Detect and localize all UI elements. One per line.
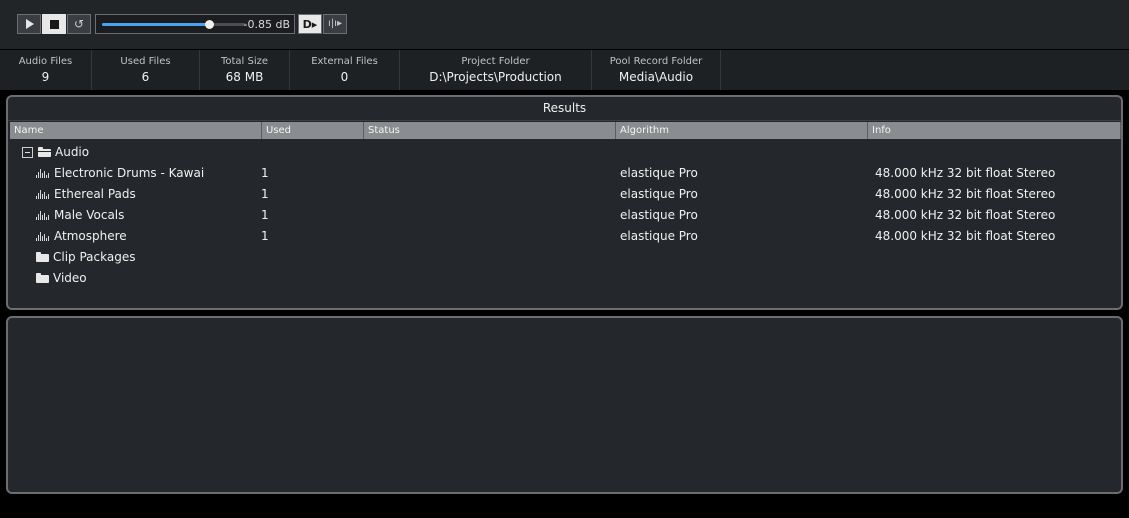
audio-clip-icon	[36, 169, 51, 178]
stat-external-files: External Files 0	[290, 50, 400, 90]
audio-clip-icon	[36, 190, 51, 199]
column-header-status[interactable]: Status	[364, 122, 616, 139]
clip-used: 1	[261, 166, 269, 180]
auto-play-button[interactable]: D▸	[298, 14, 322, 34]
clip-info: 48.000 kHz 32 bit float Stereo	[875, 166, 1056, 180]
volume-knob[interactable]	[204, 20, 214, 29]
align-beats-icon: ı|ı▸	[328, 18, 342, 29]
tree-row-clip-packages-folder[interactable]: Clip Packages	[8, 247, 1121, 268]
stop-icon	[49, 19, 59, 29]
results-title: Results	[8, 97, 1121, 121]
volume-track	[102, 20, 246, 29]
play-icon	[26, 19, 34, 29]
folder-icon	[36, 273, 49, 283]
clip-used: 1	[261, 229, 269, 243]
stat-pool-record-folder: Pool Record Folder Media\Audio	[592, 50, 721, 90]
column-header-used[interactable]: Used	[262, 122, 364, 139]
tree-row-video-folder[interactable]: Video	[8, 268, 1121, 289]
folder-name: Audio	[55, 145, 90, 159]
preview-volume-slider[interactable]: -0.85 dB	[95, 14, 295, 34]
clip-row[interactable]: Male Vocals 1 elastique Pro 48.000 kHz 3…	[8, 205, 1121, 226]
audio-clip-icon	[36, 232, 51, 241]
stat-audio-files: Audio Files 9	[0, 50, 92, 90]
clip-row[interactable]: Electronic Drums - Kawai 1 elastique Pro…	[8, 163, 1121, 184]
transport-toolbar: ↺ -0.85 dB D▸ ı|ı▸	[0, 0, 1129, 49]
pool-info-bar: Audio Files 9 Used Files 6 Total Size 68…	[0, 50, 1129, 90]
clip-name: Ethereal Pads	[54, 187, 136, 201]
clip-row[interactable]: Ethereal Pads 1 elastique Pro 48.000 kHz…	[8, 184, 1121, 205]
results-panel: Results Name Used Status Algorithm Info …	[6, 95, 1123, 310]
align-beats-button[interactable]: ı|ı▸	[323, 14, 347, 34]
clip-info: 48.000 kHz 32 bit float Stereo	[875, 187, 1056, 201]
tree-row-audio-folder[interactable]: Audio	[8, 142, 1121, 163]
clip-algorithm: elastique Pro	[620, 229, 698, 243]
column-header-algorithm[interactable]: Algorithm	[616, 122, 868, 139]
loop-icon: ↺	[73, 17, 85, 31]
clip-name: Atmosphere	[54, 229, 127, 243]
preview-panel	[6, 316, 1123, 494]
volume-fill	[102, 23, 209, 26]
clip-info: 48.000 kHz 32 bit float Stereo	[875, 229, 1056, 243]
clip-used: 1	[261, 208, 269, 222]
clip-name: Electronic Drums - Kawai	[54, 166, 205, 180]
column-header-name[interactable]: Name	[10, 122, 262, 139]
folder-icon	[36, 252, 49, 262]
stop-button[interactable]	[42, 14, 66, 34]
stat-used-files: Used Files 6	[92, 50, 200, 90]
clip-row[interactable]: Atmosphere 1 elastique Pro 48.000 kHz 32…	[8, 226, 1121, 247]
audio-clip-icon	[36, 211, 51, 220]
collapse-toggle[interactable]	[22, 147, 33, 158]
folder-name: Video	[53, 271, 87, 285]
clip-info: 48.000 kHz 32 bit float Stereo	[875, 208, 1056, 222]
play-button[interactable]	[17, 14, 41, 34]
clip-used: 1	[261, 187, 269, 201]
folder-open-icon	[38, 147, 51, 157]
column-header-info[interactable]: Info	[868, 122, 1121, 139]
clip-algorithm: elastique Pro	[620, 187, 698, 201]
loop-button[interactable]: ↺	[67, 14, 91, 34]
clip-name: Male Vocals	[54, 208, 125, 222]
volume-readout: -0.85 dB	[243, 18, 291, 31]
folder-name: Clip Packages	[53, 250, 136, 264]
clip-algorithm: elastique Pro	[620, 208, 698, 222]
stat-project-folder: Project Folder D:\Projects\Production	[400, 50, 592, 90]
stat-total-size: Total Size 68 MB	[200, 50, 290, 90]
auto-play-icon: D▸	[302, 17, 318, 31]
clip-algorithm: elastique Pro	[620, 166, 698, 180]
